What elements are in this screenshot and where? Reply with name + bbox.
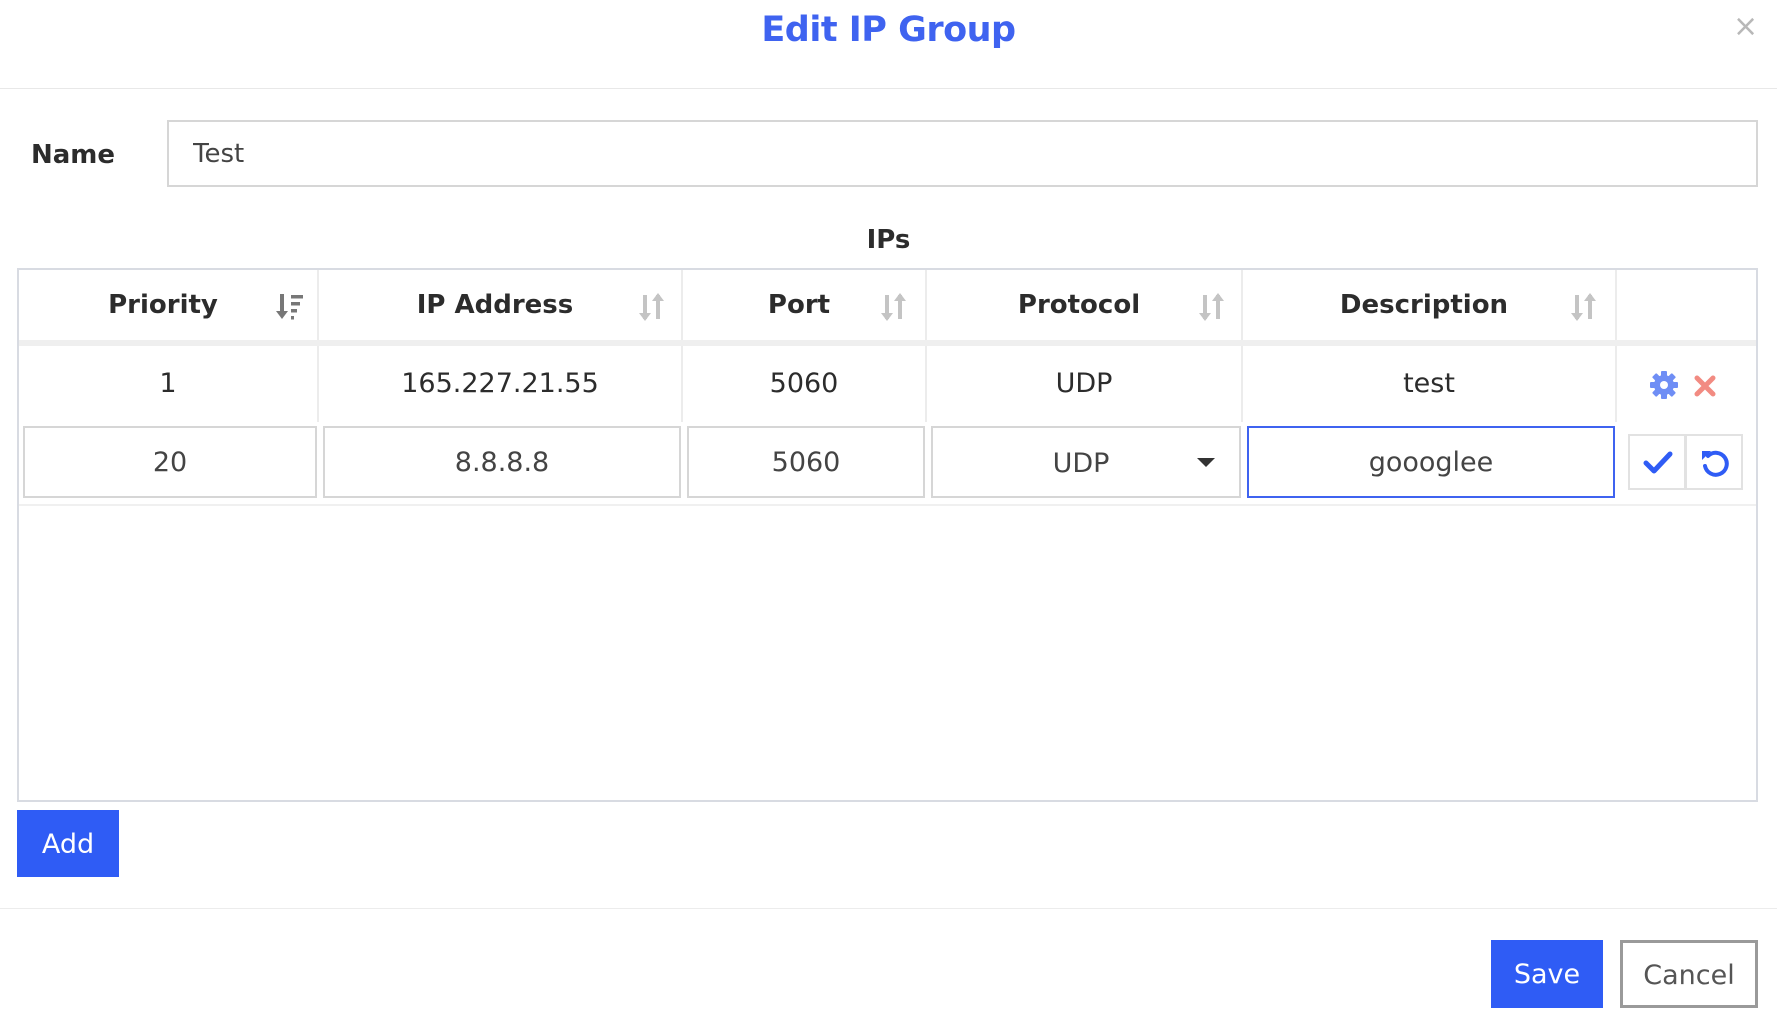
cell-priority: 1 [19, 346, 319, 422]
footer-divider [0, 908, 1777, 909]
cell-actions [1617, 346, 1756, 422]
column-header-label: IP Address [416, 290, 574, 320]
add-button[interactable]: Add [17, 810, 119, 877]
modal-title: Edit IP Group [761, 10, 1016, 50]
column-header-protocol[interactable]: Protocol [927, 270, 1243, 340]
sort-icon[interactable] [1569, 291, 1599, 323]
sort-desc-icon[interactable] [275, 291, 305, 323]
protocol-selected-value: UDP [1052, 448, 1110, 479]
close-icon[interactable]: × [1733, 12, 1758, 42]
cancel-button[interactable]: Cancel [1620, 940, 1758, 1008]
port-input[interactable] [687, 426, 925, 498]
priority-input[interactable] [23, 426, 317, 498]
column-header-ip-address[interactable]: IP Address [319, 270, 683, 340]
column-header-label: Priority [108, 290, 218, 320]
table-row-editing: UDP [19, 426, 1756, 506]
cell-ip-address: 165.227.21.55 [319, 346, 683, 422]
table-header: Priority IP Address Port Protocol Descri… [19, 270, 1756, 346]
sort-icon[interactable] [879, 291, 909, 323]
undo-icon [1702, 450, 1729, 477]
column-header-port[interactable]: Port [683, 270, 927, 340]
close-icon[interactable] [1693, 374, 1717, 398]
ips-section-title: IPs [866, 225, 911, 255]
sort-icon[interactable] [637, 291, 667, 323]
description-input[interactable] [1247, 426, 1615, 498]
confirm-button[interactable] [1628, 434, 1686, 490]
cell-port: 5060 [683, 346, 927, 422]
sort-icon[interactable] [1197, 291, 1227, 323]
cell-protocol: UDP [927, 346, 1243, 422]
revert-button[interactable] [1685, 434, 1743, 490]
cell-text: UDP [1055, 368, 1113, 399]
column-header-description[interactable]: Description [1243, 270, 1617, 340]
column-header-actions [1617, 270, 1756, 340]
cell-text: 1 [159, 368, 177, 399]
name-input[interactable] [167, 120, 1758, 187]
cell-text: test [1403, 368, 1455, 399]
column-header-priority[interactable]: Priority [19, 270, 319, 340]
name-label: Name [31, 140, 116, 170]
cell-description: test [1243, 346, 1617, 422]
cell-text: 165.227.21.55 [401, 368, 599, 399]
column-header-label: Protocol [1017, 290, 1141, 320]
check-icon [1643, 451, 1673, 474]
table-row: 1 165.227.21.55 5060 UDP test [19, 346, 1756, 422]
protocol-select[interactable]: UDP [931, 426, 1241, 498]
cell-text: 5060 [769, 368, 839, 399]
gear-icon[interactable] [1649, 370, 1679, 400]
save-button[interactable]: Save [1491, 940, 1603, 1008]
edit-ip-group-modal: Edit IP Group × Name IPs Priority [0, 0, 1777, 1023]
modal-header: Edit IP Group × [0, 0, 1777, 89]
ips-table: Priority IP Address Port Protocol Descri… [17, 268, 1758, 802]
column-header-label: Description [1339, 290, 1509, 320]
ip-address-input[interactable] [323, 426, 681, 498]
chevron-down-icon [1197, 458, 1215, 467]
